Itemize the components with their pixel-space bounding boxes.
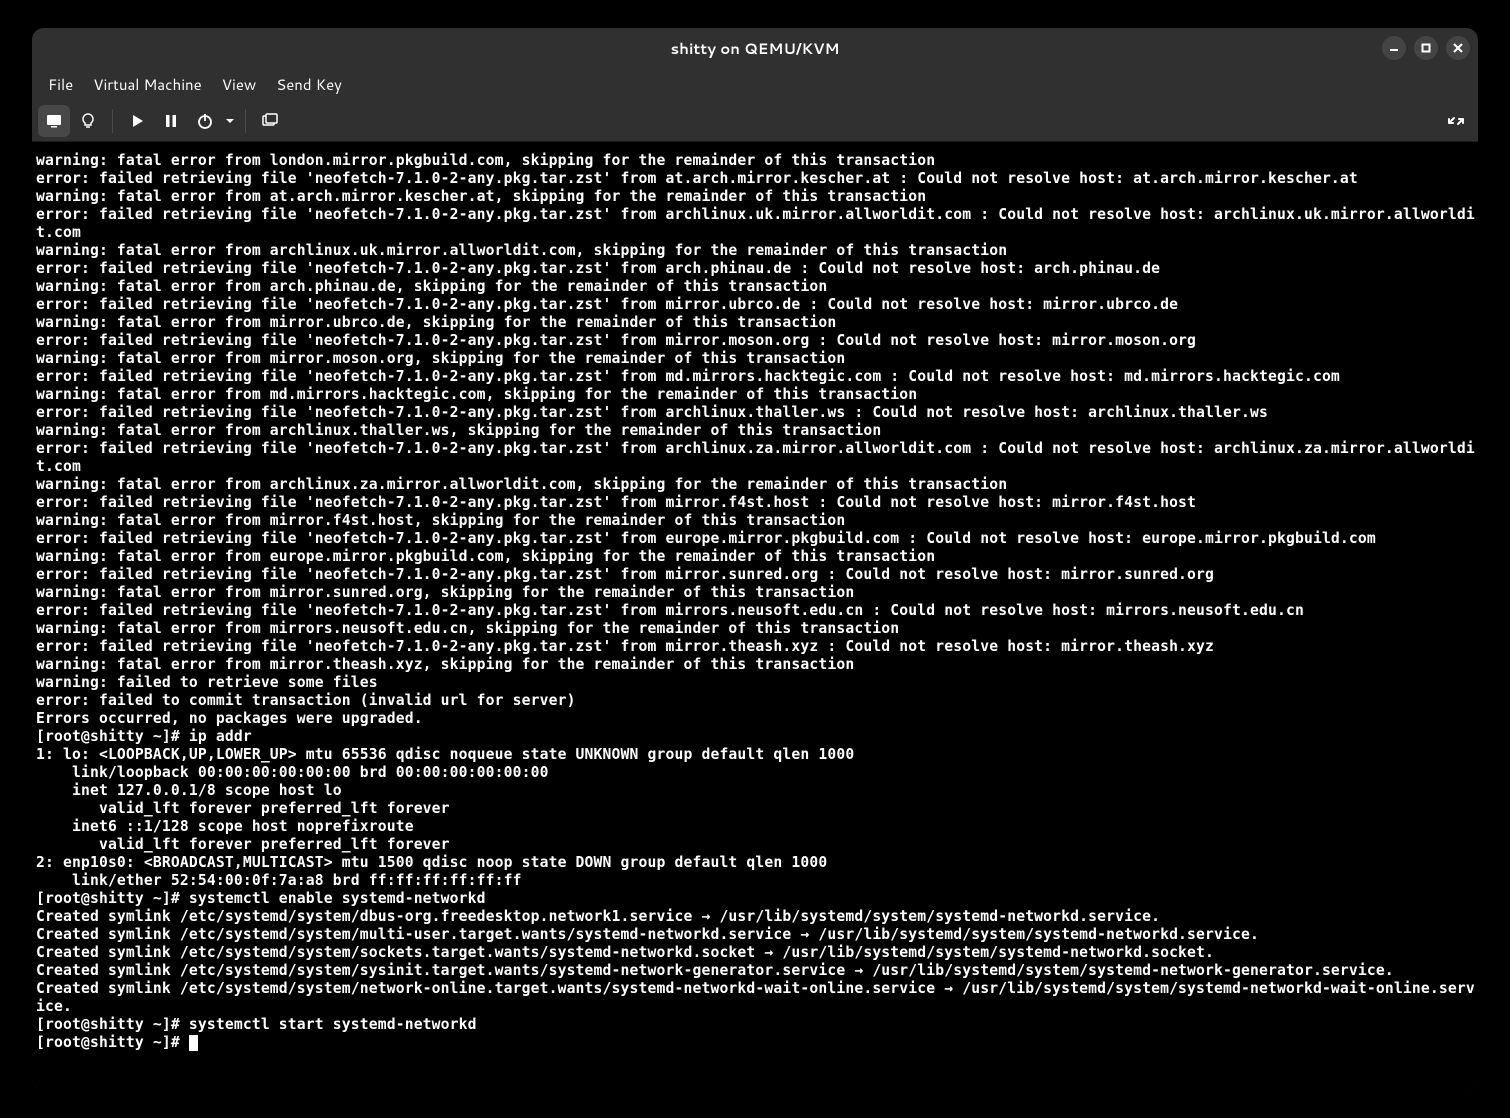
console-line: Created symlink /etc/systemd/system/sock… (36, 944, 1474, 962)
console-line: Created symlink /etc/systemd/system/dbus… (36, 908, 1474, 926)
console-line: ice. (36, 998, 1474, 1016)
console-line: warning: fatal error from mirror.sunred.… (36, 584, 1474, 602)
menu-view[interactable]: View (214, 70, 265, 99)
close-button[interactable] (1446, 36, 1470, 60)
console-line: warning: fatal error from archlinux.thal… (36, 422, 1474, 440)
console-line: error: failed retrieving file 'neofetch-… (36, 296, 1474, 314)
pause-button[interactable] (155, 105, 187, 137)
titlebar[interactable]: shitty on QEMU/KVM (32, 28, 1478, 68)
console-line: warning: fatal error from europe.mirror.… (36, 548, 1474, 566)
console-line: warning: failed to retrieve some files (36, 674, 1474, 692)
console-line: valid_lft forever preferred_lft forever (36, 836, 1474, 854)
console-line: warning: fatal error from at.arch.mirror… (36, 188, 1474, 206)
console-line: Created symlink /etc/systemd/system/netw… (36, 980, 1474, 998)
console-line: warning: fatal error from md.mirrors.hac… (36, 386, 1474, 404)
console-line: warning: fatal error from mirror.ubrco.d… (36, 314, 1474, 332)
menu-file[interactable]: File (40, 70, 81, 99)
console-line: warning: fatal error from archlinux.uk.m… (36, 242, 1474, 260)
console-line: [root@shitty ~]# ip addr (36, 728, 1474, 746)
console-line: error: failed retrieving file 'neofetch-… (36, 206, 1474, 224)
window-title: shitty on QEMU/KVM (671, 38, 840, 59)
console-line: warning: fatal error from london.mirror.… (36, 152, 1474, 170)
console-view-button[interactable] (38, 105, 70, 137)
console-line: inet 127.0.0.1/8 scope host lo (36, 782, 1474, 800)
console-line: error: failed retrieving file 'neofetch-… (36, 530, 1474, 548)
console-line: error: failed retrieving file 'neofetch-… (36, 368, 1474, 386)
console-line: 1: lo: <LOOPBACK,UP,LOWER_UP> mtu 65536 … (36, 746, 1474, 764)
minimize-icon (1389, 43, 1399, 53)
console-line: error: failed retrieving file 'neofetch-… (36, 638, 1474, 656)
console-line: error: failed retrieving file 'neofetch-… (36, 170, 1474, 188)
close-icon (1453, 43, 1463, 53)
vm-window: shitty on QEMU/KVM File Virtual Machine … (32, 28, 1478, 1090)
console-line: warning: fatal error from mirror.moson.o… (36, 350, 1474, 368)
console-line: [root@shitty ~]# systemctl enable system… (36, 890, 1474, 908)
minimize-button[interactable] (1382, 36, 1406, 60)
console-line: warning: fatal error from arch.phinau.de… (36, 278, 1474, 296)
console-line: [root@shitty ~]# systemctl start systemd… (36, 1016, 1474, 1034)
menu-virtual-machine[interactable]: Virtual Machine (85, 70, 210, 99)
menubar: File Virtual Machine View Send Key (32, 68, 1478, 100)
maximize-button[interactable] (1414, 36, 1438, 60)
console-line: warning: fatal error from archlinux.za.m… (36, 476, 1474, 494)
console-line: error: failed retrieving file 'neofetch-… (36, 332, 1474, 350)
console-line: valid_lft forever preferred_lft forever (36, 800, 1474, 818)
console-line: error: failed to commit transaction (inv… (36, 692, 1474, 710)
maximize-icon (1421, 43, 1431, 53)
console-line: Created symlink /etc/systemd/system/sysi… (36, 962, 1474, 980)
console-line: error: failed retrieving file 'neofetch-… (36, 566, 1474, 584)
cursor (189, 1035, 198, 1051)
console-line: inet6 ::1/128 scope host noprefixroute (36, 818, 1474, 836)
info-view-button[interactable] (72, 105, 104, 137)
console-line: error: failed retrieving file 'neofetch-… (36, 260, 1474, 278)
menu-send-key[interactable]: Send Key (268, 70, 350, 99)
console-line: error: failed retrieving file 'neofetch-… (36, 404, 1474, 422)
console-line: error: failed retrieving file 'neofetch-… (36, 494, 1474, 512)
console-line: [root@shitty ~]# (36, 1034, 1474, 1052)
console-line: warning: fatal error from mirror.f4st.ho… (36, 512, 1474, 530)
fullscreen-button[interactable] (1440, 105, 1472, 137)
toolbar-separator (112, 109, 113, 133)
shutdown-button[interactable] (189, 105, 221, 137)
pause-icon (162, 112, 180, 130)
console-line: link/loopback 00:00:00:00:00:00 brd 00:0… (36, 764, 1474, 782)
lightbulb-icon (79, 112, 97, 130)
console-line: error: failed retrieving file 'neofetch-… (36, 602, 1474, 620)
console-line: error: failed retrieving file 'neofetch-… (36, 440, 1474, 458)
console-line: t.com (36, 458, 1474, 476)
snapshot-button[interactable] (254, 105, 286, 137)
console-line: t.com (36, 224, 1474, 242)
console-line: warning: fatal error from mirrors.neusof… (36, 620, 1474, 638)
snapshot-icon (261, 112, 279, 130)
power-icon (196, 112, 214, 130)
console-line: 2: enp10s0: <BROADCAST,MULTICAST> mtu 15… (36, 854, 1474, 872)
monitor-icon (45, 112, 63, 130)
run-button[interactable] (121, 105, 153, 137)
console-terminal[interactable]: warning: fatal error from london.mirror.… (32, 142, 1478, 1090)
console-line: link/ether 52:54:00:0f:7a:a8 brd ff:ff:f… (36, 872, 1474, 890)
shutdown-dropdown[interactable] (223, 105, 237, 137)
console-line: warning: fatal error from mirror.theash.… (36, 656, 1474, 674)
toolbar-separator (245, 109, 246, 133)
chevron-down-icon (225, 116, 235, 126)
window-controls (1382, 36, 1470, 60)
console-line: Errors occurred, no packages were upgrad… (36, 710, 1474, 728)
toolbar (32, 100, 1478, 142)
fullscreen-icon (1446, 111, 1466, 131)
play-icon (128, 112, 146, 130)
console-line: Created symlink /etc/systemd/system/mult… (36, 926, 1474, 944)
